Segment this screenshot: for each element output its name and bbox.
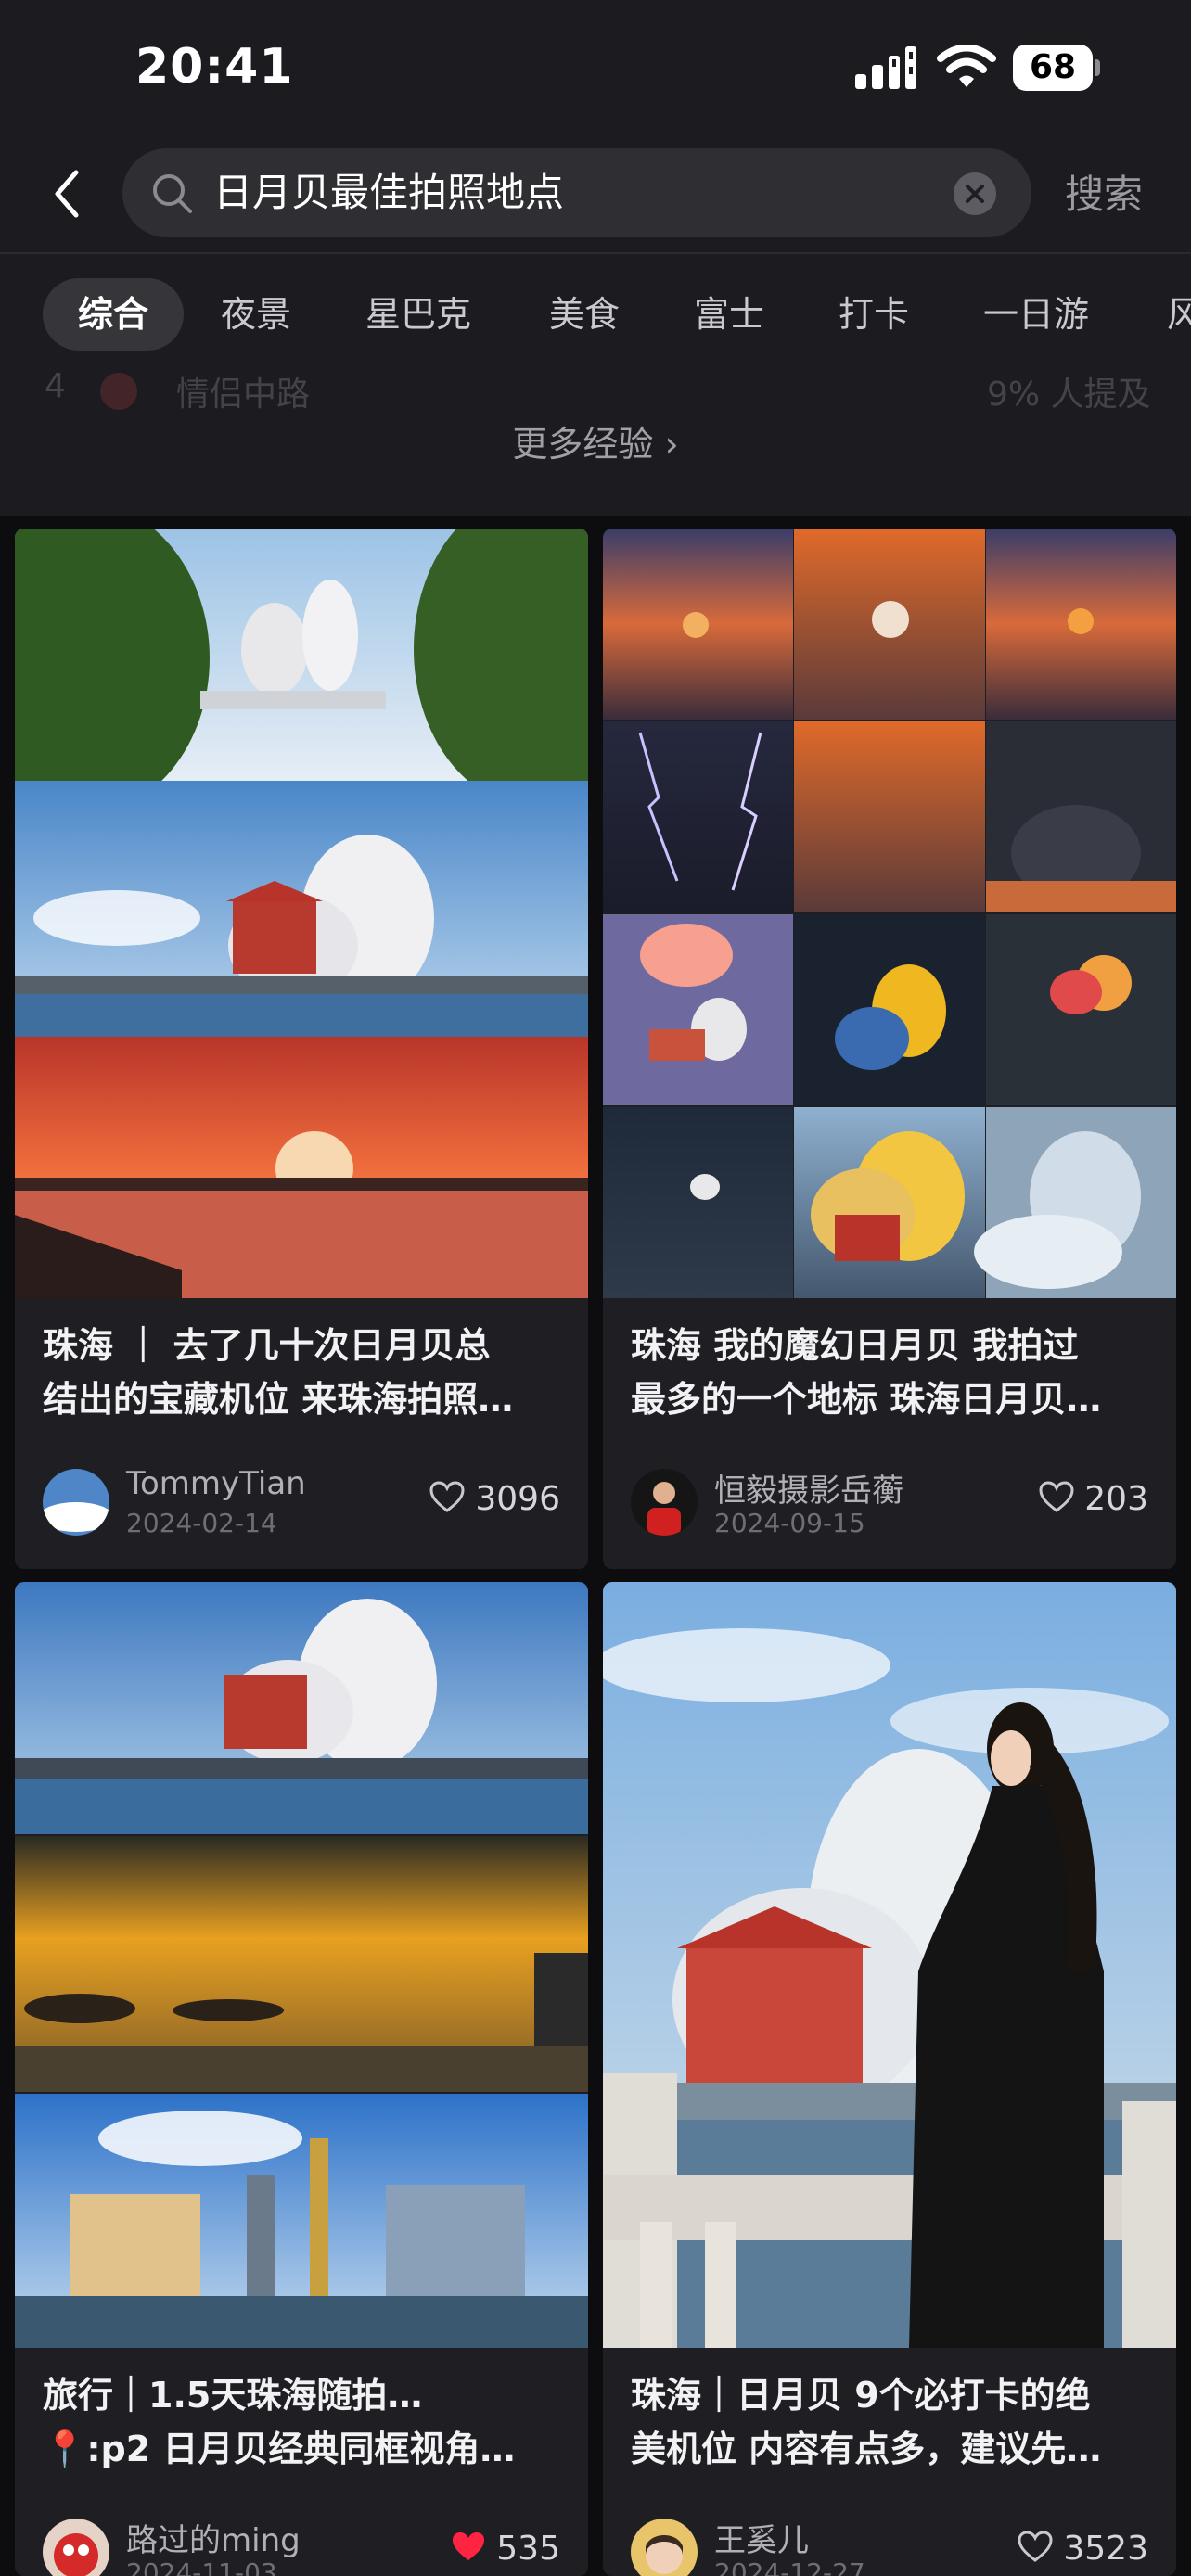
clear-icon[interactable]	[954, 172, 996, 215]
peek-rank: 4	[45, 367, 66, 405]
more-experiences-link[interactable]: 更多经验 ›	[0, 415, 1191, 466]
post-date: 2024-02-14	[126, 1508, 277, 1538]
post-image	[603, 529, 1176, 1298]
post-image	[15, 529, 588, 1298]
search-bar[interactable]: 日月贝最佳拍照地点	[122, 148, 1031, 237]
search-icon	[153, 174, 192, 213]
wifi-icon	[937, 45, 996, 87]
author-name[interactable]: TommyTian	[126, 1465, 306, 1502]
post-date: 2024-12-27	[714, 2557, 865, 2576]
author-avatar[interactable]	[43, 2519, 109, 2576]
heart-outline-icon[interactable]	[1038, 1480, 1075, 1513]
battery-indicator: 68	[1013, 45, 1100, 91]
search-input[interactable]: 日月贝最佳拍照地点	[213, 148, 564, 237]
category-tabs: 综合 夜景 星巴克 美食 富士 打卡 一日游 风	[0, 269, 1191, 362]
post-title: 珠海 ｜ 去了几十次日月贝总 结出的宝藏机位 来珠海拍照…	[43, 1325, 514, 1420]
peek-avatar	[100, 373, 137, 410]
experience-peek-row: 4 情侣中路 9% 人提及	[0, 367, 1191, 410]
tab-starbucks[interactable]: 星巴克	[365, 278, 471, 351]
cellular-signal-icon	[855, 46, 916, 89]
like-count[interactable]: 3523	[1017, 2530, 1148, 2568]
tab-check-in[interactable]: 打卡	[839, 278, 909, 351]
like-count[interactable]: 535	[450, 2530, 560, 2568]
post-card[interactable]: 旅行｜1.5天珠海随拍… 📍:p2 日月贝经典同框视角… 路过的ming 202…	[15, 1582, 588, 2576]
tab-overall[interactable]: 综合	[43, 278, 185, 351]
author-name[interactable]: 路过的ming	[126, 2515, 301, 2560]
author-name[interactable]: 恒毅摄影岳蘅	[714, 1465, 903, 1511]
search-header: 日月贝最佳拍照地点 搜索	[0, 139, 1191, 250]
like-count[interactable]: 203	[1038, 1480, 1148, 1518]
tab-scenery[interactable]: 风	[1167, 278, 1191, 351]
search-results-screen: 20:41 68 日月贝最佳拍照地点 搜索 综合 夜景 星巴克 美食 富士 打卡…	[0, 0, 1191, 2576]
tab-fujifilm[interactable]: 富士	[694, 278, 764, 351]
post-image	[15, 1582, 588, 2348]
author-avatar[interactable]	[631, 1469, 698, 1536]
header-divider	[0, 252, 1191, 254]
like-count[interactable]: 3096	[429, 1480, 560, 1518]
back-arrow-icon[interactable]	[45, 161, 91, 226]
post-image	[603, 1582, 1176, 2348]
battery-tip	[1095, 59, 1100, 76]
post-card[interactable]: 珠海｜日月贝 9个必打卡的绝 美机位 内容有点多，建议先… 王奚儿 2024-1…	[603, 1582, 1176, 2576]
author-name[interactable]: 王奚儿	[714, 2515, 809, 2560]
tab-night-view[interactable]: 夜景	[221, 278, 291, 351]
author-avatar[interactable]	[43, 1469, 109, 1536]
post-card[interactable]: 珠海 ｜ 去了几十次日月贝总 结出的宝藏机位 来珠海拍照… TommyTian …	[15, 529, 588, 1569]
peek-percent: 9% 人提及	[987, 376, 1151, 410]
heart-outline-icon[interactable]	[429, 1480, 466, 1513]
post-title: 旅行｜1.5天珠海随拍… 📍:p2 日月贝经典同框视角…	[43, 2375, 516, 2469]
peek-text: 情侣中路	[176, 376, 311, 410]
author-avatar[interactable]	[631, 2519, 698, 2576]
status-bar: 20:41 68	[0, 0, 1191, 139]
post-title: 珠海｜日月贝 9个必打卡的绝 美机位 内容有点多，建议先…	[631, 2375, 1102, 2469]
post-card[interactable]: 珠海 我的魔幻日月贝 我拍过 最多的一个地标 珠海日月贝… 恒毅摄影岳蘅 202…	[603, 529, 1176, 1569]
tab-day-trip[interactable]: 一日游	[983, 278, 1089, 351]
heart-filled-icon[interactable]	[450, 2530, 487, 2563]
battery-level: 68	[1029, 48, 1077, 86]
status-time: 20:41	[135, 39, 294, 95]
post-title: 珠海 我的魔幻日月贝 我拍过 最多的一个地标 珠海日月贝…	[631, 1325, 1102, 1420]
search-button[interactable]: 搜索	[1065, 163, 1143, 220]
post-date: 2024-09-15	[714, 1508, 865, 1538]
tab-food[interactable]: 美食	[549, 278, 620, 351]
heart-outline-icon[interactable]	[1017, 2530, 1054, 2563]
post-date: 2024-11-03	[126, 2557, 277, 2576]
